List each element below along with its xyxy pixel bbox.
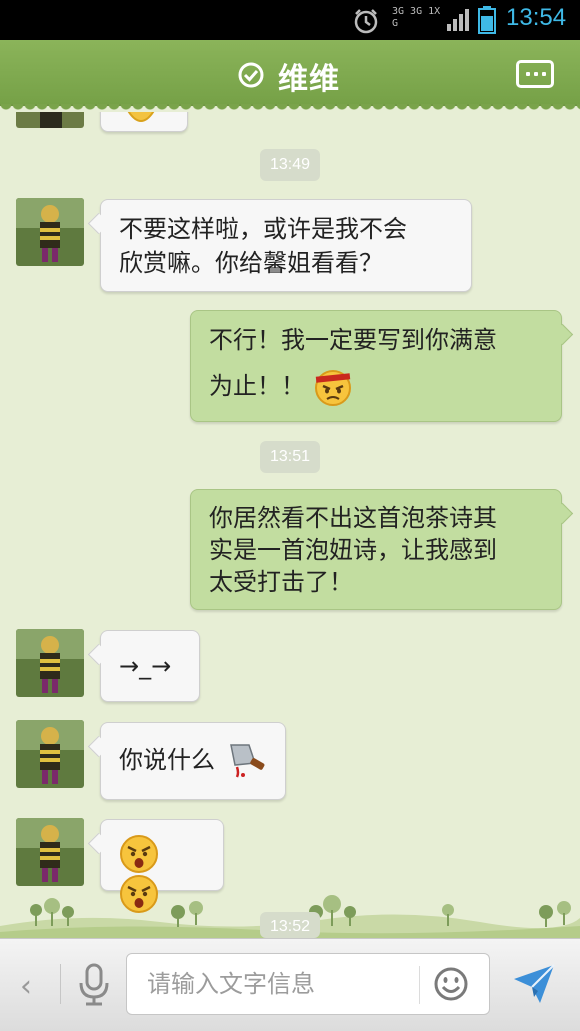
message-bubble-partial[interactable] (100, 112, 188, 132)
message-bubble-outgoing[interactable]: 不行！我一定要写到你满意 为止！！ (190, 310, 562, 422)
message-bubble[interactable]: 不要这样啦，或许是我不会 欣赏嘛。你给馨姐看看？ (100, 199, 472, 292)
send-arrow-icon[interactable] (512, 963, 556, 1005)
network-g-label: G (392, 18, 399, 29)
message-text-line: 不要这样啦，或许是我不会 (119, 215, 407, 243)
timestamp: 13:51 (260, 441, 320, 473)
message-bubble[interactable] (100, 819, 224, 913)
message-text-line: 太受打击了！ (209, 568, 353, 596)
chevron-left-icon[interactable]: ‹ (20, 969, 32, 1004)
message-text-line: 不行！我一定要写到你满意 (209, 326, 497, 354)
contact-name: 维维 (278, 62, 340, 97)
angry-face-emoji (120, 835, 158, 873)
message-text: →_→ (119, 652, 172, 680)
message-bubble[interactable]: →_→ (100, 630, 200, 702)
battery-icon (478, 6, 496, 34)
message-input-bar: ‹ (0, 938, 580, 1031)
message-input[interactable] (147, 966, 417, 1002)
signal-icon (447, 9, 469, 31)
avatar[interactable] (16, 198, 84, 266)
message-input-field[interactable] (126, 953, 490, 1015)
message-bubble[interactable]: 你说什么 (100, 722, 286, 800)
header-scallop-edge (0, 104, 580, 112)
avatar[interactable] (16, 720, 84, 788)
message-text-line: 为止！！ (209, 372, 305, 400)
pouting-emoji (314, 370, 351, 406)
chat-history[interactable]: 13:49 不要这样啦，或许是我不会 欣赏嘛。你给馨姐看看？ 不行！我一定要写到… (0, 112, 580, 938)
status-bar: 3G 3G 1X G 13:54 (0, 0, 580, 40)
avatar[interactable] (16, 629, 84, 697)
chat-header: 维维 (0, 40, 580, 106)
smiley-emoji (127, 112, 155, 122)
avatar[interactable] (16, 818, 84, 886)
smiley-icon[interactable] (433, 966, 469, 1002)
message-text-line: 实是一首泡妞诗，让我感到 (209, 536, 497, 564)
check-circle-icon (238, 62, 264, 88)
divider (419, 966, 420, 1004)
message-text-line: 欣赏嘛。你给馨姐看看？ (119, 249, 383, 277)
microphone-icon[interactable] (78, 963, 110, 1007)
divider (60, 964, 61, 1004)
status-time: 13:54 (506, 4, 567, 31)
network-indicator: 3G 3G 1X G (392, 6, 442, 34)
alarm-icon (354, 9, 378, 34)
message-bubble-outgoing[interactable]: 你居然看不出这首泡茶诗其 实是一首泡妞诗，让我感到 太受打击了！ (190, 489, 562, 610)
avatar[interactable] (16, 112, 84, 128)
message-text-line: 你居然看不出这首泡茶诗其 (209, 504, 497, 532)
cleaver-emoji (230, 744, 265, 778)
timestamp: 13:52 (260, 912, 320, 938)
timestamp: 13:49 (260, 149, 320, 181)
network-type-label: 3G 3G 1X (392, 6, 441, 17)
message-text: 你说什么 (119, 746, 215, 774)
more-dots-icon[interactable] (516, 60, 554, 88)
